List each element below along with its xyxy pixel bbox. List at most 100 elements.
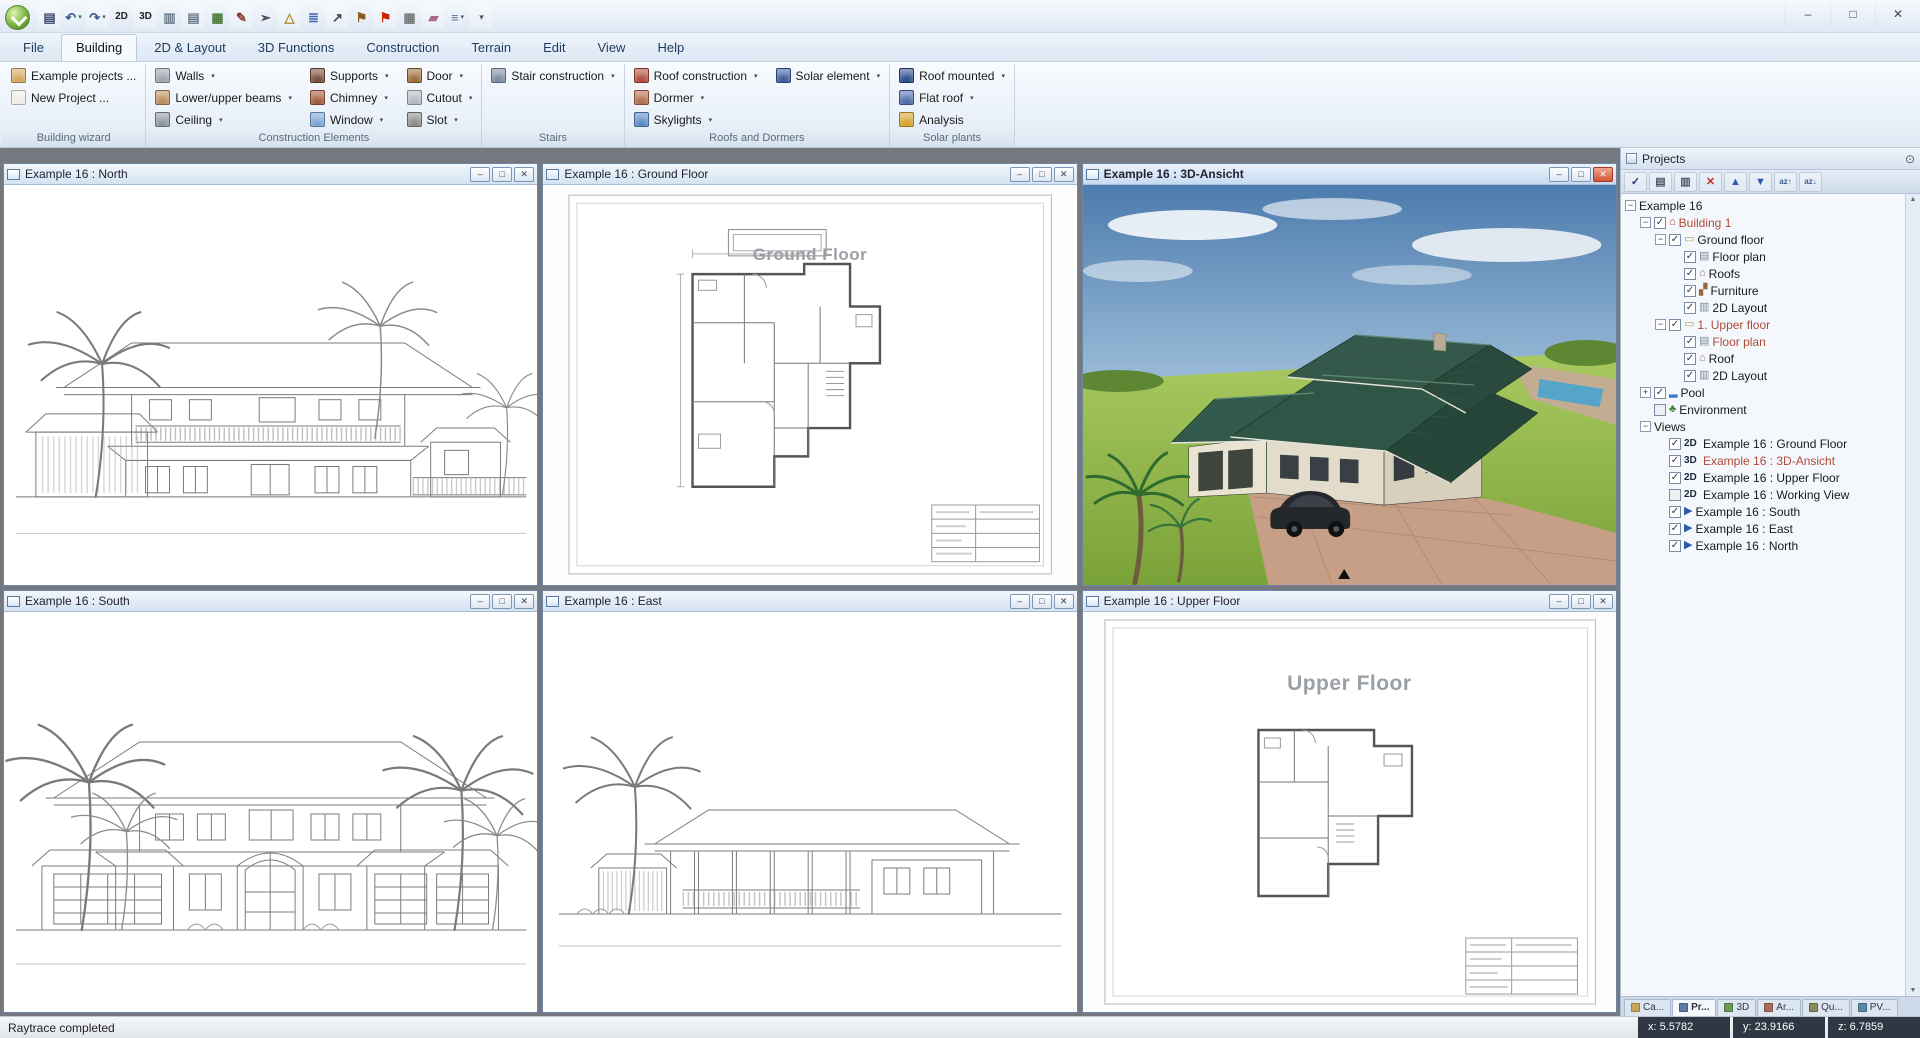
close-button[interactable]: ✕ <box>1593 167 1613 182</box>
qat-split-vertical-button[interactable]: ▥ <box>158 5 181 29</box>
tree-item-example-16[interactable]: −Example 16 <box>1621 197 1905 214</box>
minimize-button[interactable]: – <box>470 594 490 609</box>
scroll-up-icon[interactable]: ▲ <box>1910 196 1917 203</box>
save-button[interactable]: ▤ <box>1649 172 1672 192</box>
chimney-button[interactable]: Chimney▾ <box>307 87 392 108</box>
2d-layout-checkbox[interactable]: ✓ <box>1684 302 1696 314</box>
environment-checkbox[interactable] <box>1654 404 1666 416</box>
viewport-3d-render[interactable] <box>1083 185 1616 585</box>
qat-view-3d-button[interactable]: 3D <box>134 5 157 29</box>
close-button[interactable]: ✕ <box>514 167 534 182</box>
panel-scrollbar[interactable]: ▲ ▼ <box>1905 194 1920 996</box>
example-16-north-checkbox[interactable]: ✓ <box>1669 540 1681 552</box>
app-minimize-button[interactable]: – <box>1785 2 1830 26</box>
print-button[interactable]: ▥ <box>1674 172 1697 192</box>
panel-tab-pv[interactable]: PV... <box>1851 999 1898 1016</box>
close-button[interactable]: ✕ <box>1054 594 1074 609</box>
window-button[interactable]: Window▾ <box>307 109 392 130</box>
roofs-checkbox[interactable]: ✓ <box>1684 268 1696 280</box>
example-16-south-checkbox[interactable]: ✓ <box>1669 506 1681 518</box>
slot-button[interactable]: Slot▾ <box>404 109 476 130</box>
apply-button[interactable]: ✓ <box>1624 172 1647 192</box>
tree-item-building-1[interactable]: −✓⌂Building 1 <box>1621 214 1905 231</box>
minimize-button[interactable]: – <box>470 167 490 182</box>
roof-construction-button[interactable]: Roof construction▾ <box>631 65 761 86</box>
tree-item-example-16-south[interactable]: ✓▶Example 16 : South <box>1621 503 1905 520</box>
qat-layers-button[interactable]: ≡▾ <box>446 5 469 29</box>
panel-tab-projects[interactable]: Pr... <box>1672 999 1716 1016</box>
tab-terrain[interactable]: Terrain <box>456 34 526 61</box>
window-ground-floor-titlebar[interactable]: Example 16 : Ground Floor – □ ✕ <box>543 164 1076 185</box>
solar-element-button[interactable]: Solar element▾ <box>773 65 884 86</box>
example-16-working-view-checkbox[interactable] <box>1669 489 1681 501</box>
tab-building[interactable]: Building <box>61 34 137 61</box>
close-button[interactable]: ✕ <box>1593 594 1613 609</box>
move-down-button[interactable]: ▼ <box>1749 172 1772 192</box>
restore-button[interactable]: □ <box>492 594 512 609</box>
restore-button[interactable]: □ <box>1571 594 1591 609</box>
tree-item-pool[interactable]: +✓▂Pool <box>1621 384 1905 401</box>
example-16-east-checkbox[interactable]: ✓ <box>1669 523 1681 535</box>
pin-icon[interactable]: ⊙ <box>1905 152 1915 166</box>
app-close-button[interactable]: ✕ <box>1875 2 1920 26</box>
stair-construction-button[interactable]: Stair construction▾ <box>488 65 617 86</box>
panel-tab-3d[interactable]: 3D <box>1717 999 1756 1016</box>
viewport-south-elevation[interactable] <box>4 612 537 1012</box>
roof-checkbox[interactable]: ✓ <box>1684 353 1696 365</box>
qat-ruler-button[interactable]: △ <box>278 5 301 29</box>
window-east-titlebar[interactable]: Example 16 : East – □ ✕ <box>543 591 1076 612</box>
restore-button[interactable]: □ <box>1032 594 1052 609</box>
close-button[interactable]: ✕ <box>514 594 534 609</box>
qat-undo-button[interactable]: ↶▾ <box>62 5 85 29</box>
qat-pen-button[interactable]: ✎ <box>230 5 253 29</box>
qat-overflow-button[interactable]: ▾ <box>470 5 493 29</box>
qat-eraser-button[interactable]: ▰ <box>422 5 445 29</box>
tree-item-2d-layout[interactable]: ✓▥2D Layout <box>1621 299 1905 316</box>
roof-mounted-button[interactable]: Roof mounted▾ <box>896 65 1008 86</box>
new-project-button[interactable]: New Project ... <box>8 87 139 108</box>
tree-item-environment[interactable]: ♣Environment <box>1621 401 1905 418</box>
tree-item-floor-plan[interactable]: ✓▤Floor plan <box>1621 248 1905 265</box>
viewport-east-elevation[interactable] <box>543 612 1076 1012</box>
tree-item-roof[interactable]: ✓⌂Roof <box>1621 350 1905 367</box>
floor-plan-checkbox[interactable]: ✓ <box>1684 251 1696 263</box>
tree-item-example-16-working-view[interactable]: 2DExample 16 : Working View <box>1621 486 1905 503</box>
supports-button[interactable]: Supports▾ <box>307 65 392 86</box>
panel-tab-quantities[interactable]: Qu... <box>1802 999 1850 1016</box>
qat-grid-button[interactable]: ▦ <box>206 5 229 29</box>
tree-item-example-16-east[interactable]: ✓▶Example 16 : East <box>1621 520 1905 537</box>
tree-item-example-16-upper-floor[interactable]: ✓2DExample 16 : Upper Floor <box>1621 469 1905 486</box>
qat-save-button[interactable]: ▤ <box>38 5 61 29</box>
tree-item-ground-floor[interactable]: −✓▭Ground floor <box>1621 231 1905 248</box>
door-button[interactable]: Door▾ <box>404 65 476 86</box>
analysis-button[interactable]: Analysis <box>896 109 1008 130</box>
minimize-button[interactable]: – <box>1010 167 1030 182</box>
move-up-button[interactable]: ▲ <box>1724 172 1747 192</box>
tab-construction[interactable]: Construction <box>351 34 454 61</box>
minimize-button[interactable]: – <box>1549 167 1569 182</box>
panel-tab-area[interactable]: Ar... <box>1757 999 1801 1016</box>
qat-select-cursor-button[interactable]: ➢ <box>254 5 277 29</box>
viewport-north-elevation[interactable] <box>4 185 537 585</box>
tree-item-2d-layout[interactable]: ✓▥2D Layout <box>1621 367 1905 384</box>
restore-button[interactable]: □ <box>1032 167 1052 182</box>
tree-item-example-16-north[interactable]: ✓▶Example 16 : North <box>1621 537 1905 554</box>
floor-plan-checkbox[interactable]: ✓ <box>1684 336 1696 348</box>
window-north-titlebar[interactable]: Example 16 : North – □ ✕ <box>4 164 537 185</box>
pool-checkbox[interactable]: ✓ <box>1654 387 1666 399</box>
viewport-upper-floor-plan[interactable]: Upper Floor <box>1083 612 1616 1012</box>
window-upper-floor-titlebar[interactable]: Example 16 : Upper Floor – □ ✕ <box>1083 591 1616 612</box>
dormer-button[interactable]: Dormer▾ <box>631 87 761 108</box>
expander-minus-icon[interactable]: − <box>1625 200 1636 211</box>
tree-item-views[interactable]: −Views <box>1621 418 1905 435</box>
qat-raster-button[interactable]: ▦ <box>398 5 421 29</box>
panel-tab-catalog[interactable]: Ca... <box>1624 999 1671 1016</box>
restore-button[interactable]: □ <box>492 167 512 182</box>
tree-item-1-upper-floor[interactable]: −✓▭1. Upper floor <box>1621 316 1905 333</box>
tab-3d-functions[interactable]: 3D Functions <box>243 34 350 61</box>
window-south-titlebar[interactable]: Example 16 : South – □ ✕ <box>4 591 537 612</box>
example-projects-button[interactable]: Example projects ... <box>8 65 139 86</box>
tree-item-furniture[interactable]: ✓▞Furniture <box>1621 282 1905 299</box>
delete-button[interactable]: ✕ <box>1699 172 1722 192</box>
qat-measure-arrow-button[interactable]: ↗ <box>326 5 349 29</box>
